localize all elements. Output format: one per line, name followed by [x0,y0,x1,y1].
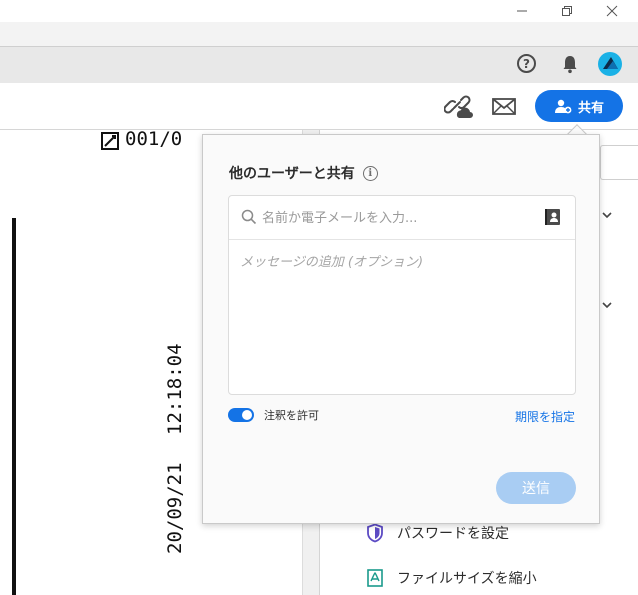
chevron-down-icon[interactable] [602,210,612,220]
minimize-icon[interactable] [507,0,537,22]
set-deadline-link[interactable]: 期限を指定 [515,408,575,425]
pen-icon [101,132,119,150]
info-label: i [368,167,373,179]
document-toolbar: 共有 [0,83,638,130]
shield-icon [367,523,383,543]
close-icon[interactable] [597,0,627,22]
share-dialog-title: 他のユーザーと共有 i [229,163,378,183]
info-icon[interactable]: i [362,165,378,181]
title-bar [0,0,638,22]
date-text: 20/09/21 [164,462,186,554]
help-label: ? [523,56,530,71]
toggle-knob [242,410,252,420]
search-icon [241,209,257,225]
share-dialog-title-text: 他のユーザーと共有 [229,166,355,182]
envelope-icon[interactable] [489,91,519,121]
page-header-text: 001/0 [125,130,183,150]
avatar[interactable] [598,52,622,76]
restore-icon[interactable] [552,0,582,22]
message-input[interactable] [240,251,562,381]
tools-search-box[interactable] [600,145,638,180]
reduce-file-size-item[interactable]: ファイルサイズを縮小 [365,568,537,588]
compress-pdf-icon [367,569,383,587]
menu-bar [0,22,638,46]
reduce-file-size-label: ファイルサイズを縮小 [397,571,537,587]
chevron-down-icon[interactable] [602,300,612,310]
cloud-link-icon[interactable] [444,91,474,121]
document-border-line [12,218,16,595]
set-password-item[interactable]: パスワードを設定 [365,523,509,543]
share-dialog: 他のユーザーと共有 i 注釈を許可 期限を指定 送信 [202,134,600,524]
allow-comments-toggle[interactable] [228,408,254,422]
recipient-input[interactable] [260,206,534,230]
allow-comments-label: 注釈を許可 [264,409,319,422]
bell-icon[interactable] [559,53,581,75]
share-button[interactable]: 共有 [535,90,623,122]
time-text: 12:18:04 [164,343,186,435]
help-icon[interactable]: ? [517,54,536,73]
address-book-icon[interactable] [545,208,561,226]
send-button[interactable]: 送信 [496,472,576,504]
recipient-row [229,196,575,240]
global-toolbar: ? [0,46,638,84]
add-user-icon [554,99,572,114]
share-label: 共有 [577,100,604,116]
set-password-label: パスワードを設定 [397,526,509,542]
share-composer [228,195,576,395]
